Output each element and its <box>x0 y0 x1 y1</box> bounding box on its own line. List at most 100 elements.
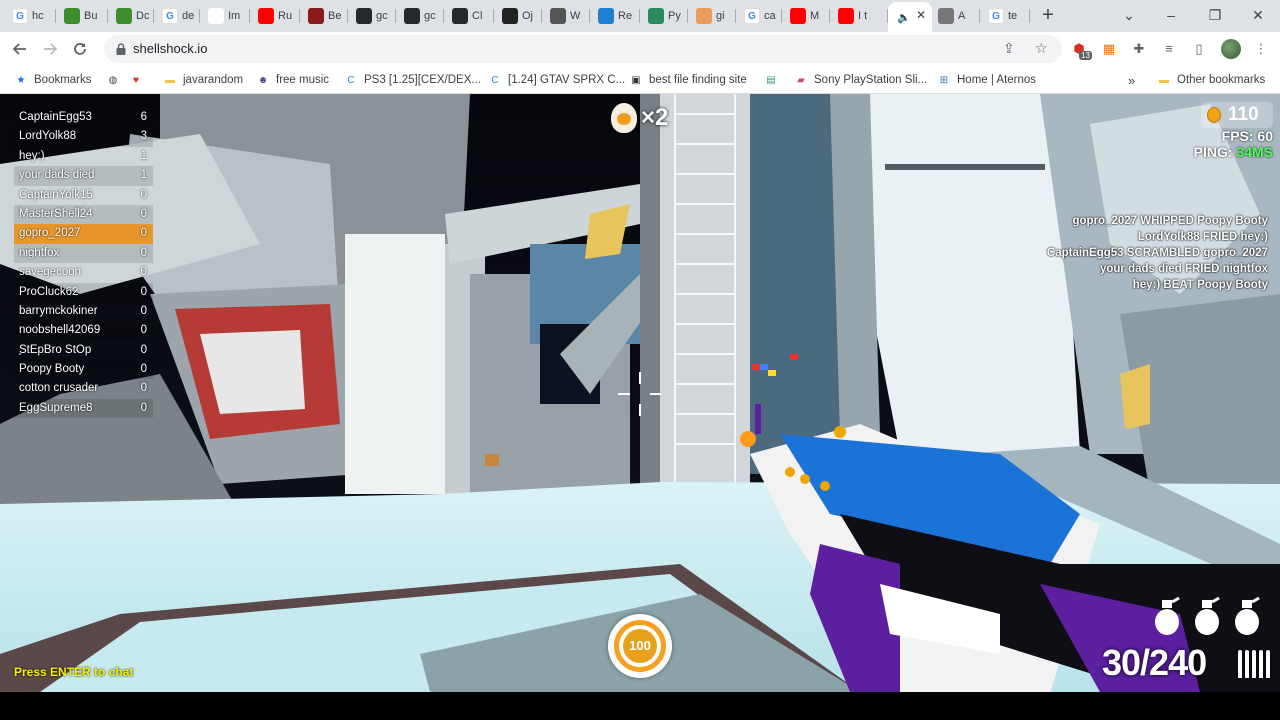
scoreboard-row: ProCluck62 0 <box>14 282 153 302</box>
wolfram-icon <box>648 8 664 24</box>
minimize-button[interactable]: – <box>1156 4 1186 26</box>
scoreboard-row: CaptainEgg53 6 <box>14 108 153 127</box>
side-panel-icon[interactable]: ▯ <box>1190 40 1208 58</box>
game-canvas[interactable]: CaptainEgg53 6 LordYolk88 3 hey:) 1 your dads … <box>0 94 1280 692</box>
tab-title: Py <box>668 10 681 22</box>
scoreboard-row: LordYolk88 3 <box>14 127 153 147</box>
tab-title: gi <box>716 10 725 22</box>
player-name: gopro_2027 <box>19 227 81 240</box>
bookmark-label: Other bookmarks <box>1177 74 1266 86</box>
bookmark-item[interactable]: ▰ Sony PlayStation Sli... <box>794 71 927 89</box>
browser-tab[interactable]: Gde <box>154 4 200 28</box>
bookmark-item[interactable]: ◍ <box>106 71 120 89</box>
scoreboard-row: MasterShell24 0 <box>14 204 153 225</box>
browser-tab[interactable]: Gca <box>736 4 782 28</box>
health-value: 100 <box>623 629 657 663</box>
restore-button[interactable]: ❐ <box>1200 4 1230 26</box>
bookmark-item[interactable]: ▬ javarandom <box>163 71 243 89</box>
bookmark-label: Home | Aternos <box>957 74 1037 86</box>
browser-tab[interactable]: Im <box>200 4 250 28</box>
browser-tab[interactable]: Ghc <box>4 4 56 28</box>
tab-title: ca <box>764 10 776 22</box>
scoreboard-row: hey:) 1 <box>14 147 153 166</box>
browser-tab[interactable]: gc <box>396 4 444 28</box>
browser-tab[interactable]: Dc <box>108 4 154 28</box>
tab-title: Ru <box>278 10 293 22</box>
browser-tab[interactable]: Oj <box>494 4 542 28</box>
browser-tab[interactable]: Re <box>590 4 640 28</box>
browser-tab[interactable]: gc <box>348 4 396 28</box>
share-icon[interactable]: ⇪ <box>1003 40 1015 57</box>
back-button[interactable] <box>8 38 32 60</box>
new-tab-button[interactable]: + <box>1038 5 1058 26</box>
extensions-puzzle-icon[interactable]: ✚ <box>1130 40 1148 58</box>
bookmark-label: best file finding site <box>649 74 747 86</box>
player-name: Poopy Booty <box>19 363 85 376</box>
browser-tab[interactable]: Ru <box>250 4 300 28</box>
scoreboard-row: savegecoon 0 <box>14 263 153 282</box>
bookmark-item[interactable]: C PS3 [1.25][CEX/DEX... <box>344 71 481 89</box>
player-name: noobshell42069 <box>19 324 101 337</box>
browser-tab[interactable]: A <box>930 4 980 28</box>
globe-icon: ◍ <box>108 74 118 86</box>
ping-readout: PING: 34MS <box>1194 144 1273 160</box>
scoreboard-row: your dads died 1 <box>14 166 153 186</box>
tab-title: Cl <box>472 10 483 22</box>
ammo-counter: 30/240 <box>1102 642 1207 683</box>
bookmark-item[interactable]: ⊞ Home | Aternos <box>937 71 1036 89</box>
player-score: 0 <box>140 324 147 337</box>
bookmark-item[interactable]: ♥ <box>129 71 143 89</box>
bookmark-item[interactable]: ▣ best file finding site <box>629 71 747 89</box>
google-icon: G <box>12 8 28 24</box>
bookmarks-bar: » ★ Bookmarks ◍ ♥ ▬ javarandom ☻ free music C PS3… <box>0 66 1280 94</box>
browser-tab[interactable]: gi <box>688 4 736 28</box>
youtube-icon <box>258 8 274 24</box>
browser-tab[interactable]: M <box>782 4 830 28</box>
close-window-button[interactable]: ✕ <box>1243 4 1273 26</box>
bookmark-star-icon[interactable]: ☆ <box>1035 40 1048 57</box>
media-control-icon[interactable]: ≡ <box>1160 40 1178 58</box>
tab-close-icon[interactable]: ✕ <box>916 9 926 21</box>
bookmark-item[interactable]: C [1.24] GTAV SPRX C... <box>488 71 625 89</box>
kill-feed-entry: your dads died FRIED nightfox <box>1099 263 1268 275</box>
crosshair-right <box>650 393 662 395</box>
bottom-black-bar <box>0 692 1280 720</box>
back-arrow-icon <box>12 43 26 55</box>
chart-icon <box>208 8 224 24</box>
more-bookmarks-chevron[interactable]: » <box>1128 71 1135 89</box>
reload-button[interactable] <box>68 38 92 60</box>
bookmark-item[interactable]: ☻ free music <box>256 71 329 89</box>
forward-button[interactable] <box>38 38 62 60</box>
bookmark-item[interactable]: ★ Bookmarks <box>14 71 92 89</box>
tab-search-button[interactable]: ⌄ <box>1114 4 1144 26</box>
scoreboard-row: barrymckokiner 0 <box>14 302 153 321</box>
menu-kebab-icon[interactable]: ⋮ <box>1252 40 1270 58</box>
scoreboard-row: Poopy Booty 0 <box>14 360 153 380</box>
browser-tab[interactable]: Py <box>640 4 688 28</box>
browser-tab[interactable]: Bu <box>56 4 108 28</box>
grenade-icon <box>1195 596 1220 635</box>
fps-readout: FPS: 60 <box>1221 128 1273 144</box>
profile-avatar[interactable] <box>1221 39 1241 59</box>
browser-tab[interactable]: Gte <box>980 4 1030 28</box>
coin-value: 110 <box>1228 104 1259 125</box>
browser-tab[interactable]: W <box>542 4 590 28</box>
address-bar[interactable]: shellshock.io ⇪ ☆ <box>104 35 1062 63</box>
kill-feed-entry: LordYolk88 FRIED hey:) <box>1137 231 1268 243</box>
ping-value: 34MS <box>1236 144 1273 160</box>
extension-colorpicker-icon[interactable]: ▦ <box>1100 40 1118 58</box>
player-score: 0 <box>140 227 147 240</box>
bookmark-item[interactable]: ▬ Other bookmarks <box>1157 71 1265 89</box>
google-icon: G <box>162 8 178 24</box>
browser-tab[interactable]: Cl <box>444 4 494 28</box>
player-name: LordYolk88 <box>19 130 77 143</box>
browser-tab[interactable]: Be <box>300 4 348 28</box>
alien-icon: ☻ <box>257 74 269 86</box>
coin-counter: 110 <box>1201 102 1273 128</box>
bookmark-item[interactable]: ▤ <box>764 71 778 89</box>
browser-tab[interactable]: I t <box>830 4 888 28</box>
youtube-icon <box>838 8 854 24</box>
browser-tab[interactable]: 🔈 ✕ <box>888 2 932 32</box>
health-indicator: 100 <box>608 614 672 678</box>
player-name: MasterShell24 <box>19 207 93 220</box>
